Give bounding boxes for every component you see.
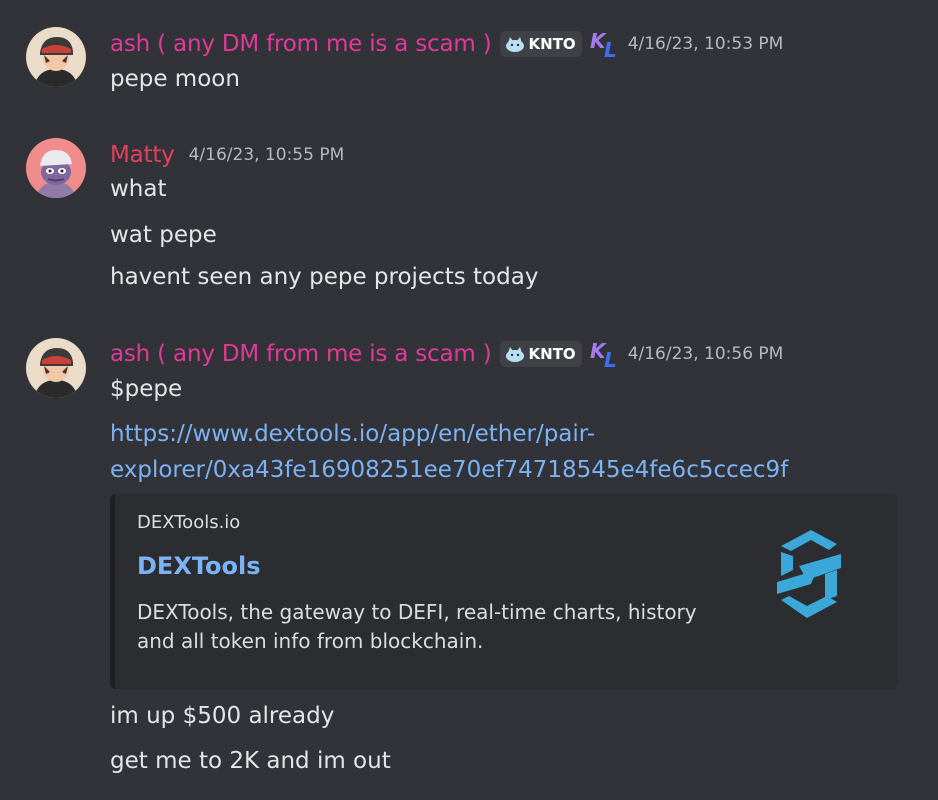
message-header: ash ( any DM from me is a scam ) KNTO K … [110,27,783,61]
cat-icon [505,347,524,362]
timestamp: 4/16/23, 10:56 PM [627,344,784,364]
message-header: Matty 4/16/23, 10:55 PM [110,138,344,172]
svg-text:L: L [604,38,617,58]
link-embed: DEXTools.io DEXTools DEXTools, the gatew… [110,494,898,689]
avatar-image [26,138,86,198]
timestamp: 4/16/23, 10:53 PM [627,34,784,54]
server-tag-label: KNTO [528,35,576,53]
message-text: havent seen any pepe projects today [110,264,539,290]
avatar[interactable] [26,138,86,198]
username[interactable]: ash ( any DM from me is a scam ) [110,341,492,367]
message-text: get me to 2K and im out [110,748,391,774]
embed-provider[interactable]: DEXTools.io [137,512,240,533]
timestamp: 4/16/23, 10:55 PM [188,145,345,165]
embed-description: DEXTools, the gateway to DEFI, real-time… [137,600,697,653]
server-tag[interactable]: KNTO [499,31,582,57]
avatar-image [26,338,86,398]
embed-title[interactable]: DEXTools [137,552,261,580]
chat-log: ash ( any DM from me is a scam ) KNTO K … [0,0,938,800]
message-text: im up $500 already [110,703,335,729]
message-link[interactable]: https://www.dextools.io/app/en/ether/pai… [110,421,595,447]
avatar-image [26,27,86,87]
message-link[interactable]: explorer/0xa43fe16908251ee70ef74718545e4… [110,457,788,483]
svg-text:L: L [604,348,617,368]
server-tag[interactable]: KNTO [499,341,582,367]
message-header: ash ( any DM from me is a scam ) KNTO K … [110,337,783,371]
username[interactable]: ash ( any DM from me is a scam ) [110,31,492,57]
message-text: $pepe [110,376,183,402]
kl-badge-icon: K L [590,340,617,368]
dextools-logo[interactable] [759,524,859,624]
cat-icon [505,37,524,52]
avatar[interactable] [26,27,86,87]
message-text: what [110,176,167,202]
message-text: pepe moon [110,66,240,92]
kl-badge-icon: K L [590,30,617,58]
message-text: wat pepe [110,222,217,248]
server-tag-label: KNTO [528,345,576,363]
avatar[interactable] [26,338,86,398]
username[interactable]: Matty [110,142,175,168]
